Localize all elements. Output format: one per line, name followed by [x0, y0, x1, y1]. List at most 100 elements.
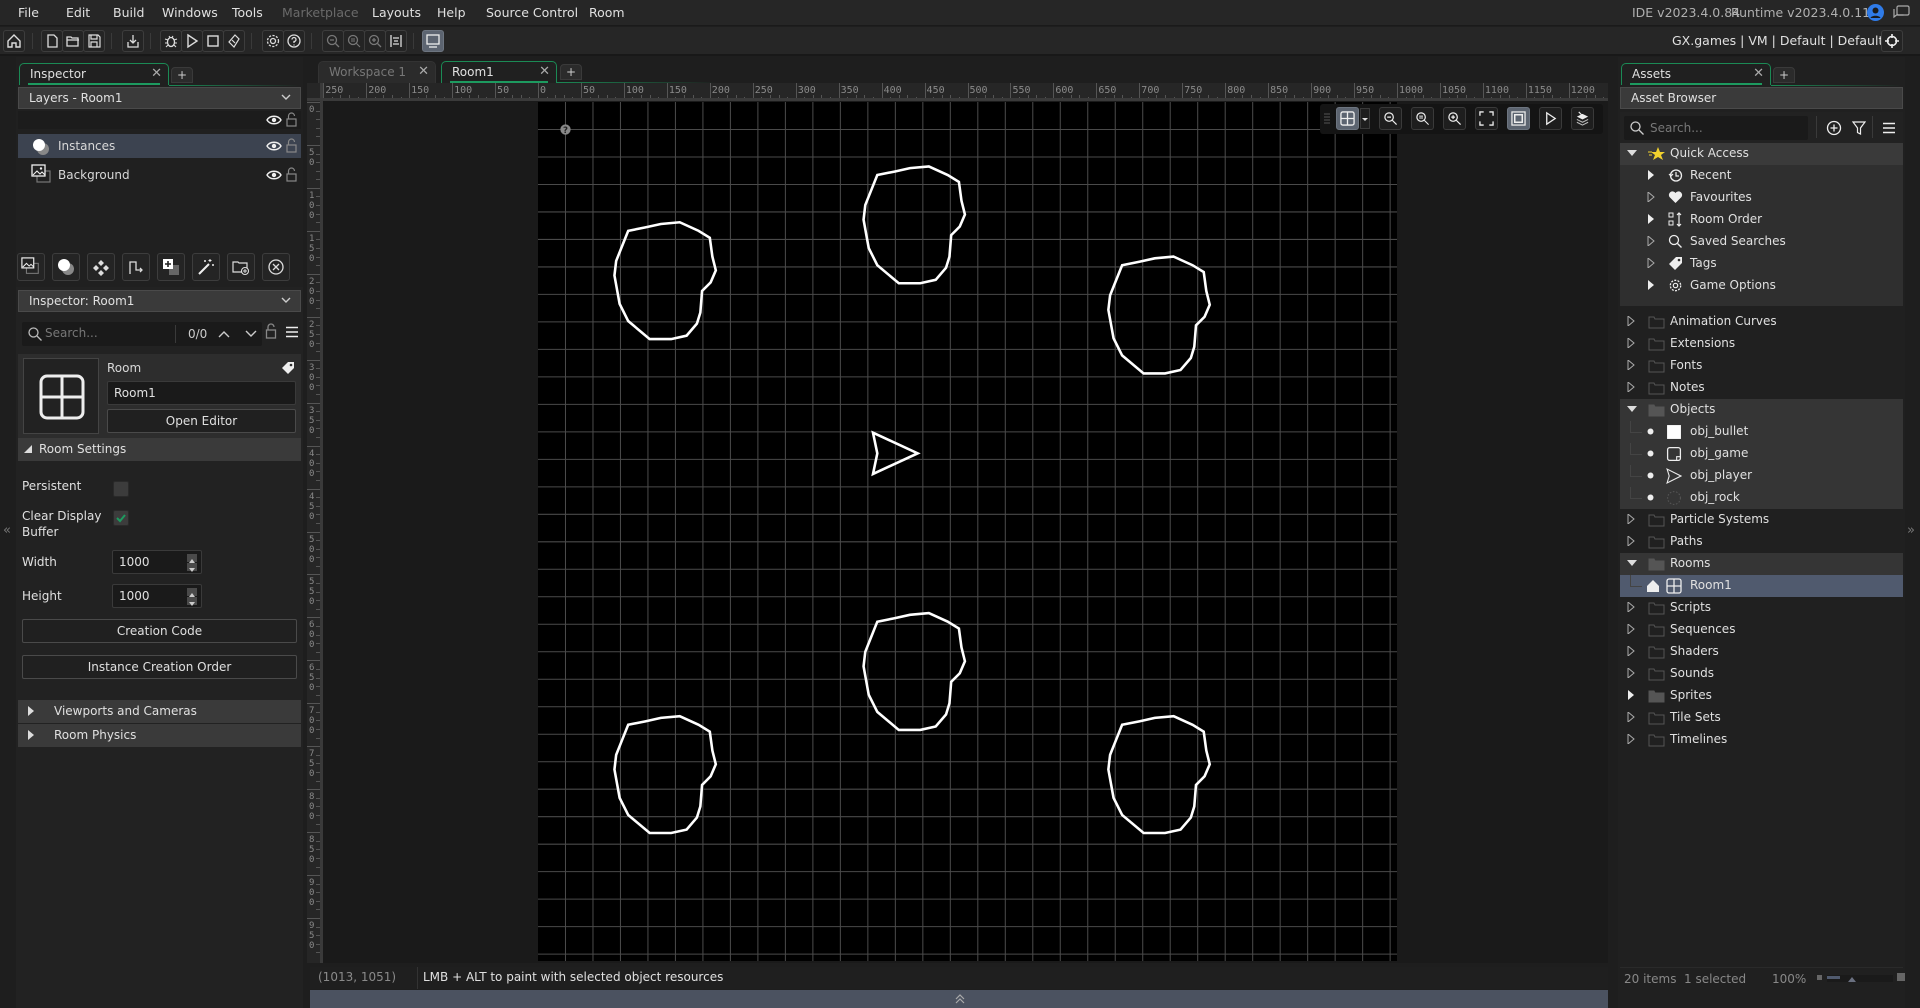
- menu-tools[interactable]: Tools: [232, 5, 263, 20]
- folder-fonts[interactable]: Fonts: [1620, 355, 1903, 377]
- menu-edit[interactable]: Edit: [66, 5, 90, 20]
- folder-particle-systems[interactable]: Particle Systems: [1620, 509, 1903, 531]
- collapse-right-icon[interactable]: »: [1907, 523, 1915, 538]
- obj-rock-instance[interactable]: [1107, 255, 1212, 375]
- tab-assets[interactable]: Assets ✕: [1621, 63, 1771, 85]
- clean-button[interactable]: [223, 30, 245, 52]
- layer-row-instances[interactable]: Instances: [18, 134, 301, 158]
- folder-shaders[interactable]: Shaders: [1620, 641, 1903, 663]
- quick-access-saved-searches[interactable]: Saved Searches: [1620, 231, 1903, 253]
- room-settings-header[interactable]: Room Settings: [18, 438, 301, 461]
- room-zoom-reset-button[interactable]: [1411, 107, 1434, 130]
- add-tab-button[interactable]: +: [560, 64, 582, 80]
- gamepad-button[interactable]: [385, 30, 407, 52]
- eye-icon[interactable]: [266, 169, 282, 181]
- target-selector[interactable]: GX.games | VM | Default | Default: [1672, 33, 1883, 48]
- new-project-button[interactable]: [41, 30, 63, 52]
- room-canvas[interactable]: ?: [538, 102, 1397, 961]
- menu-icon[interactable]: [285, 326, 299, 338]
- folder-scripts[interactable]: Scripts: [1620, 597, 1903, 619]
- inspector-search[interactable]: Search... 0/0: [22, 322, 262, 346]
- add-asset-layer-button[interactable]: [157, 253, 185, 281]
- tab-room1[interactable]: Room1 ✕: [441, 61, 557, 83]
- menu-layouts[interactable]: Layouts: [372, 5, 421, 20]
- expand-up-icon[interactable]: [954, 993, 966, 1005]
- chevron-down-icon[interactable]: [244, 328, 258, 340]
- asset-search-input[interactable]: Search...: [1624, 116, 1808, 140]
- lock-icon[interactable]: [286, 112, 297, 127]
- play-room-button[interactable]: [1539, 107, 1562, 130]
- menu-room[interactable]: Room: [589, 5, 625, 20]
- spin-up-icon[interactable]: [187, 554, 197, 563]
- width-field[interactable]: 1000: [112, 550, 202, 574]
- lock-icon[interactable]: [286, 138, 297, 153]
- workspace-view-button[interactable]: [422, 30, 444, 52]
- folder-sequences[interactable]: Sequences: [1620, 619, 1903, 641]
- add-tile-layer-button[interactable]: [87, 253, 115, 281]
- fit-view-button[interactable]: [1475, 107, 1498, 130]
- game-options-button[interactable]: [262, 30, 284, 52]
- target-manager-button[interactable]: [1881, 30, 1903, 52]
- stop-button[interactable]: [202, 30, 224, 52]
- create-executable-button[interactable]: [122, 30, 144, 52]
- menu-icon[interactable]: [1882, 122, 1896, 134]
- asset-item[interactable]: obj_rock: [1620, 487, 1903, 509]
- zoom-slider-thumb[interactable]: [1848, 977, 1857, 982]
- chat-icon[interactable]: [1893, 5, 1910, 23]
- room-zoom-in-button[interactable]: [1443, 107, 1466, 130]
- zoom-slider[interactable]: [1827, 975, 1893, 982]
- drag-handle-icon[interactable]: [1324, 113, 1330, 125]
- asset-item[interactable]: obj_bullet: [1620, 421, 1903, 443]
- add-effect-layer-button[interactable]: [192, 253, 220, 281]
- quick-access-recent[interactable]: Recent: [1620, 165, 1903, 187]
- folder-objects[interactable]: Objects: [1620, 399, 1903, 421]
- zoom-out-button[interactable]: [322, 30, 344, 52]
- room-zoom-out-button[interactable]: [1379, 107, 1402, 130]
- close-icon[interactable]: ✕: [151, 66, 162, 81]
- quick-access-header[interactable]: Quick Access: [1620, 143, 1903, 165]
- instance-creation-order-button[interactable]: Instance Creation Order: [22, 655, 297, 679]
- help-button[interactable]: [283, 30, 305, 52]
- height-field[interactable]: 1000: [112, 584, 202, 608]
- open-editor-button[interactable]: Open Editor: [107, 409, 296, 433]
- add-tab-button[interactable]: +: [1773, 67, 1795, 83]
- eye-icon[interactable]: [266, 114, 282, 126]
- grid-toggle-button[interactable]: [1336, 107, 1359, 130]
- chevron-up-icon[interactable]: [217, 328, 231, 340]
- creation-code-button[interactable]: Creation Code: [22, 619, 297, 643]
- add-path-layer-button[interactable]: [122, 253, 150, 281]
- quick-access-favourites[interactable]: Favourites: [1620, 187, 1903, 209]
- room-physics-header[interactable]: Room Physics: [18, 724, 301, 747]
- output-panel-bar[interactable]: [310, 990, 1608, 1008]
- menu-file[interactable]: File: [18, 5, 39, 20]
- obj-rock-instance[interactable]: [862, 611, 967, 732]
- debug-button[interactable]: [160, 30, 182, 52]
- folder-paths[interactable]: Paths: [1620, 531, 1903, 553]
- quick-access-room-order[interactable]: Room Order: [1620, 209, 1903, 231]
- close-icon[interactable]: ✕: [539, 64, 550, 79]
- layers-dropdown[interactable]: Layers - Room1: [18, 87, 301, 109]
- close-icon[interactable]: ✕: [418, 64, 429, 79]
- layer-row-background[interactable]: Background: [18, 163, 301, 187]
- tag-icon[interactable]: [281, 361, 295, 375]
- inspector-dropdown[interactable]: Inspector: Room1: [18, 290, 301, 312]
- save-button[interactable]: [83, 30, 105, 52]
- menu-source-control[interactable]: Source Control: [486, 5, 578, 20]
- spin-down-icon[interactable]: [187, 563, 197, 572]
- add-background-layer-button[interactable]: [17, 253, 45, 281]
- zoom-reset-button[interactable]: [343, 30, 365, 52]
- menu-windows[interactable]: Windows: [162, 5, 218, 20]
- add-asset-icon[interactable]: [1826, 120, 1842, 136]
- zoom-in-button[interactable]: [364, 30, 386, 52]
- quick-access-game-options[interactable]: Game Options: [1620, 275, 1903, 297]
- viewports-header[interactable]: Viewports and Cameras: [18, 700, 301, 723]
- collapse-left-icon[interactable]: «: [3, 523, 11, 538]
- add-instance-layer-button[interactable]: [52, 253, 80, 281]
- add-tab-button[interactable]: +: [171, 67, 193, 83]
- eye-icon[interactable]: [266, 140, 282, 152]
- persistent-checkbox[interactable]: [113, 481, 129, 497]
- home-button[interactable]: [3, 30, 25, 52]
- quick-access-tags[interactable]: Tags: [1620, 253, 1903, 275]
- clear-display-checkbox[interactable]: [113, 510, 129, 526]
- account-icon[interactable]: [1867, 4, 1884, 21]
